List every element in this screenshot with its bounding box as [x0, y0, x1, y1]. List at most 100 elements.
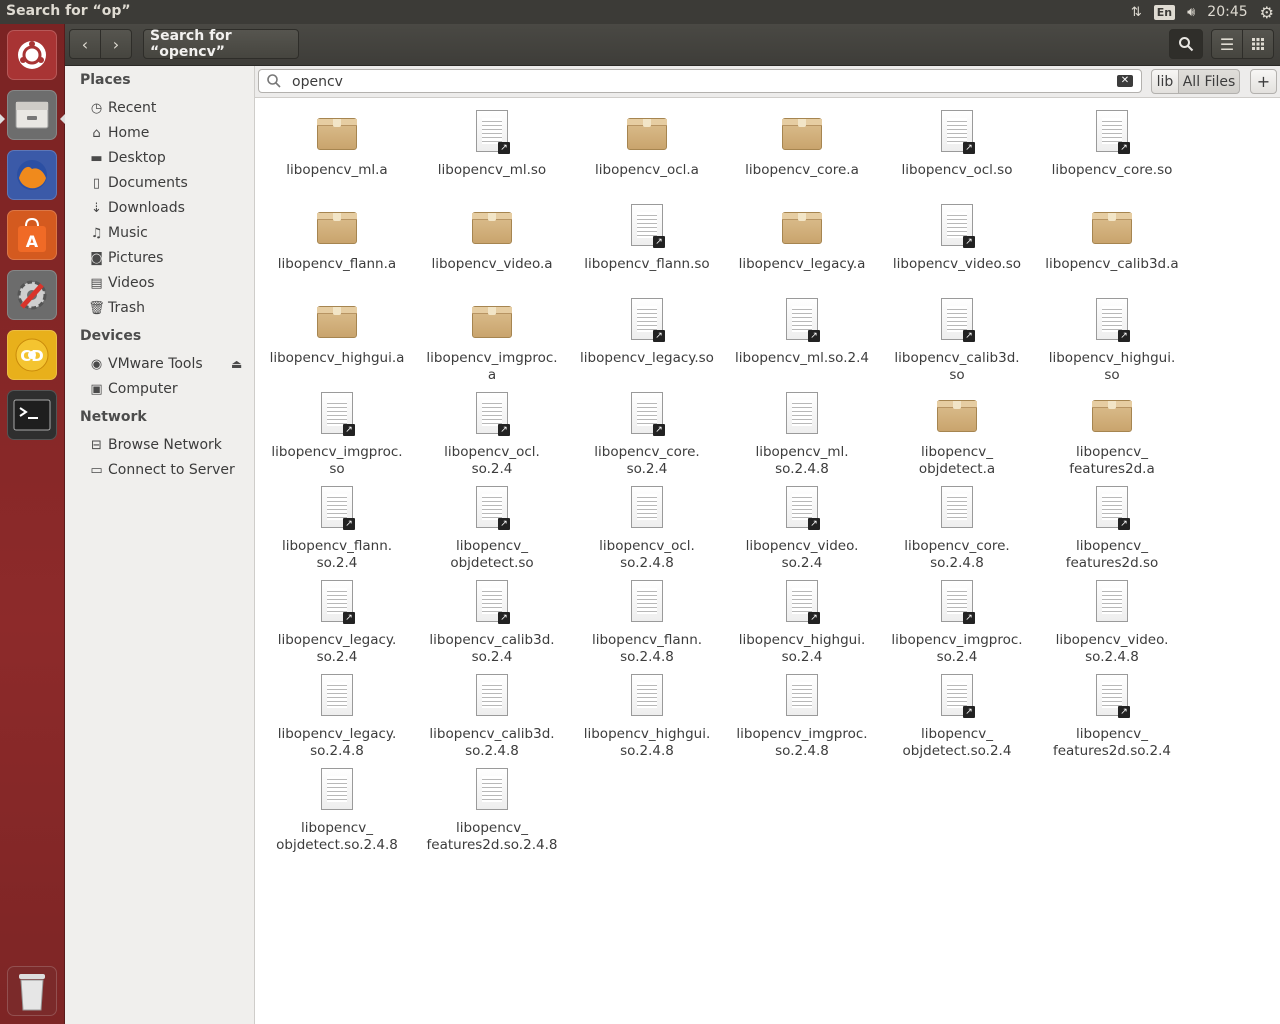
file-name-label: libopencv_core.a [745, 162, 859, 178]
file-item[interactable]: ↗ libopencv_legacy. so.2.4 [262, 574, 412, 666]
file-item[interactable]: libopencv_video. so.2.4.8 [1037, 574, 1187, 666]
file-item[interactable]: libopencv_imgproc. so.2.4.8 [727, 668, 877, 760]
keyboard-layout-indicator[interactable]: En [1153, 4, 1176, 20]
sidebar-item-computer[interactable]: ▣ Computer [88, 378, 248, 400]
gear-icon[interactable]: ⚙ [1260, 3, 1274, 22]
text-file-icon [1092, 580, 1132, 624]
file-item[interactable]: libopencv_imgproc. a [417, 292, 567, 384]
file-item[interactable]: libopencv_core.a [727, 104, 877, 196]
sidebar-item-trash[interactable]: 🗑︎ Trash [88, 297, 248, 319]
file-item[interactable]: ↗ libopencv_video.so [882, 198, 1032, 290]
file-item[interactable]: ↗ libopencv_ocl. so.2.4 [417, 386, 567, 478]
sidebar-item-downloads[interactable]: ⇣ Downloads [88, 197, 248, 219]
back-button[interactable]: ‹ [69, 29, 101, 59]
archive-file-icon [782, 204, 822, 248]
file-item[interactable]: ↗ libopencv_ml.so.2.4 [727, 292, 877, 384]
file-item[interactable]: libopencv_legacy.a [727, 198, 877, 290]
file-item[interactable]: ↗ libopencv_legacy.so [572, 292, 722, 384]
file-item[interactable]: libopencv_ml. so.2.4.8 [727, 386, 877, 478]
file-item[interactable]: libopencv_ objdetect.so.2.4.8 [262, 762, 412, 854]
forward-button[interactable]: › [100, 29, 132, 59]
file-item[interactable]: libopencv_calib3d. so.2.4.8 [417, 668, 567, 760]
sidebar-item-recent[interactable]: ◷ Recent [88, 97, 248, 119]
sidebar-item-browse-network[interactable]: ⊟ Browse Network [88, 434, 248, 456]
scope-all-files-button[interactable]: All Files [1178, 69, 1240, 94]
sidebar-item-connect-to-server[interactable]: ▭ Connect to Server [88, 459, 248, 481]
volume-icon[interactable]: 🔊︎ [1187, 5, 1195, 20]
archive-file-icon [472, 298, 512, 342]
search-toggle-button[interactable] [1169, 29, 1203, 59]
ubuntu-dash-button[interactable] [7, 30, 57, 80]
file-item[interactable]: libopencv_ features2d.a [1037, 386, 1187, 478]
symlink-file-icon: ↗ [317, 392, 357, 436]
eject-icon[interactable]: ⏏ [231, 357, 242, 371]
sidebar-item-desktop[interactable]: ▬ Desktop [88, 147, 248, 169]
link-arrow-icon: ↗ [963, 142, 975, 154]
file-item[interactable]: ↗ libopencv_flann. so.2.4 [262, 480, 412, 572]
file-item[interactable]: libopencv_core. so.2.4.8 [882, 480, 1032, 572]
archive-file-icon [627, 110, 667, 154]
file-item[interactable]: ↗ libopencv_core. so.2.4 [572, 386, 722, 478]
file-item[interactable]: libopencv_ml.a [262, 104, 412, 196]
file-name-label: libopencv_legacy. so.2.4.8 [277, 726, 397, 759]
file-name-label: libopencv_flann. so.2.4.8 [591, 632, 703, 665]
trash-launcher-button[interactable] [7, 966, 57, 1016]
file-item[interactable]: libopencv_flann. so.2.4.8 [572, 574, 722, 666]
file-item[interactable]: ↗ libopencv_flann.so [572, 198, 722, 290]
file-item[interactable]: ↗ libopencv_ocl.so [882, 104, 1032, 196]
file-item[interactable]: libopencv_flann.a [262, 198, 412, 290]
file-item[interactable]: libopencv_ features2d.so.2.4.8 [417, 762, 567, 854]
file-item[interactable]: ↗ libopencv_highgui. so [1037, 292, 1187, 384]
sidebar-item-pictures[interactable]: ◙ Pictures [88, 247, 248, 269]
file-name-label: libopencv_flann. so.2.4 [281, 538, 393, 571]
file-item[interactable]: ↗ libopencv_video. so.2.4 [727, 480, 877, 572]
chevron-right-icon: › [112, 34, 120, 54]
file-item[interactable]: ↗ libopencv_imgproc. so [262, 386, 412, 478]
indicator-area: ⇅ En 🔊︎ 20:45 ⚙ [1119, 0, 1280, 24]
file-item[interactable]: ↗ libopencv_calib3d. so.2.4 [417, 574, 567, 666]
sidebar-item-music[interactable]: ♫ Music [88, 222, 248, 244]
view-toggle-button[interactable] [1242, 29, 1274, 59]
file-item[interactable]: libopencv_highgui.a [262, 292, 412, 384]
file-item[interactable]: ↗ libopencv_calib3d. so [882, 292, 1032, 384]
files-launcher-button[interactable] [7, 90, 57, 140]
search-input[interactable] [292, 73, 1092, 91]
software-center-button[interactable]: A [7, 210, 57, 260]
file-item[interactable]: ↗ libopencv_ features2d.so [1037, 480, 1187, 572]
file-name-label: libopencv_imgproc. so [271, 444, 403, 477]
file-item[interactable]: libopencv_legacy. so.2.4.8 [262, 668, 412, 760]
sidebar-item-videos[interactable]: ▤ Videos [88, 272, 248, 294]
search-field[interactable]: ✕ [258, 69, 1142, 93]
sidebar-item-vmware-tools[interactable]: ◉ VMware Tools [88, 353, 248, 375]
file-item[interactable]: libopencv_ objdetect.a [882, 386, 1032, 478]
file-name-label: libopencv_highgui. so.2.4.8 [583, 726, 711, 759]
file-item[interactable]: libopencv_video.a [417, 198, 567, 290]
file-item[interactable]: libopencv_calib3d.a [1037, 198, 1187, 290]
sidebar-item-documents[interactable]: ▯ Documents [88, 172, 248, 194]
file-item[interactable]: ↗ libopencv_imgproc. so.2.4 [882, 574, 1032, 666]
clock[interactable]: 20:45 [1207, 4, 1247, 20]
terminal-launcher-button[interactable] [7, 390, 57, 440]
file-item[interactable]: ↗ libopencv_ features2d.so.2.4 [1037, 668, 1187, 760]
menu-button[interactable]: ☰ [1211, 29, 1243, 59]
scope-lib-button[interactable]: lib [1151, 69, 1179, 94]
cd-disc-button[interactable]: CD [7, 330, 57, 380]
sidebar-item-home[interactable]: ⌂ Home [88, 122, 248, 144]
file-item[interactable]: libopencv_ocl.a [572, 104, 722, 196]
file-item[interactable]: libopencv_ocl. so.2.4.8 [572, 480, 722, 572]
file-item[interactable]: ↗ libopencv_highgui. so.2.4 [727, 574, 877, 666]
add-search-criteria-button[interactable]: + [1250, 69, 1277, 94]
path-bar-button[interactable]: Search for “opencv” [143, 28, 299, 60]
file-item[interactable]: ↗ libopencv_core.so [1037, 104, 1187, 196]
network-header: Network [80, 409, 147, 425]
link-arrow-icon: ↗ [498, 424, 510, 436]
system-settings-button[interactable] [7, 270, 57, 320]
firefox-launcher-button[interactable] [7, 150, 57, 200]
file-item[interactable]: libopencv_highgui. so.2.4.8 [572, 668, 722, 760]
file-item[interactable]: ↗ libopencv_ml.so [417, 104, 567, 196]
clear-search-icon[interactable]: ✕ [1117, 75, 1133, 87]
file-item[interactable]: ↗ libopencv_ objdetect.so.2.4 [882, 668, 1032, 760]
file-name-label: libopencv_imgproc. a [426, 350, 558, 383]
network-transfer-icon[interactable]: ⇅ [1131, 5, 1142, 20]
file-item[interactable]: ↗ libopencv_ objdetect.so [417, 480, 567, 572]
